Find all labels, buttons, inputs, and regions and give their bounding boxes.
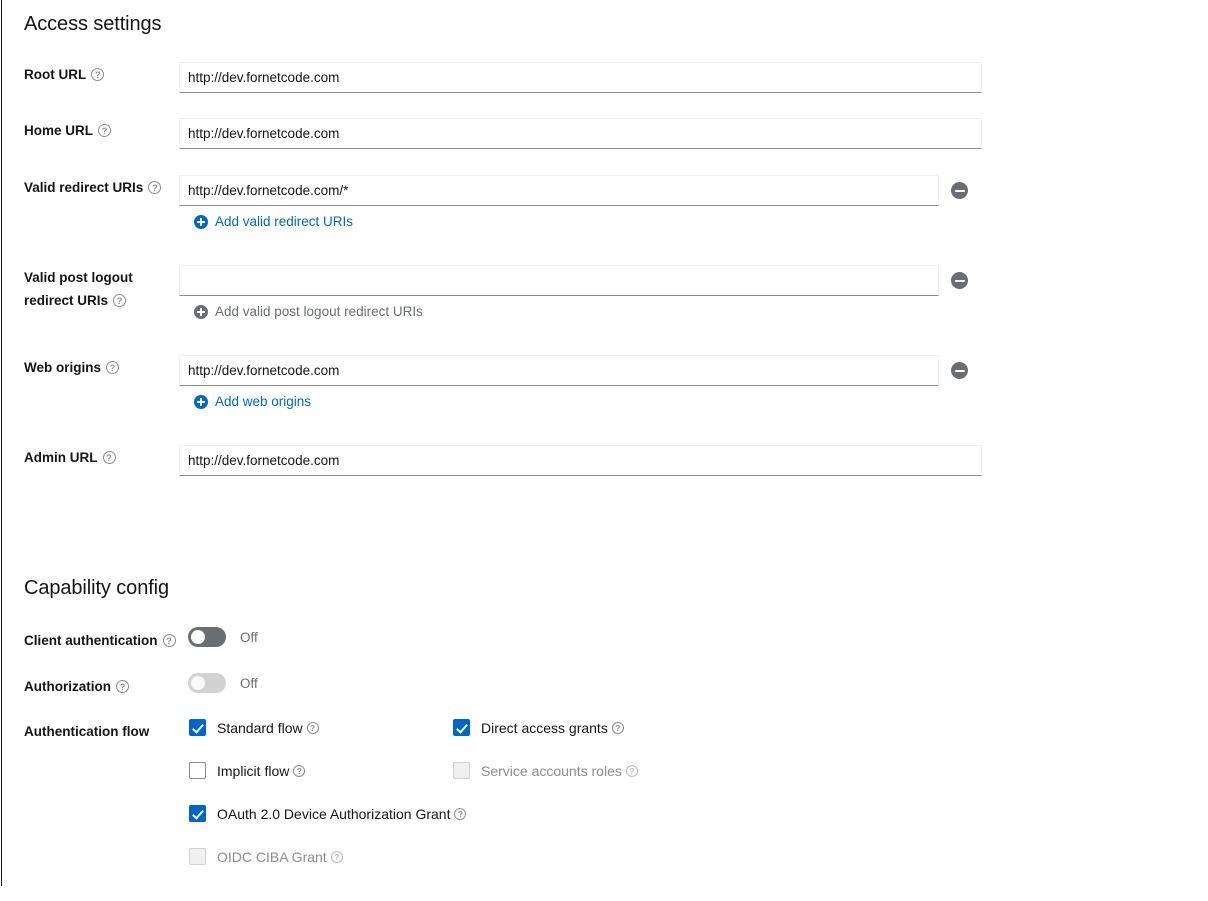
service-accounts-roles-checkbox <box>453 762 470 779</box>
label-client-authentication: Client authentication <box>24 629 199 652</box>
label-home-url-text: Home URL <box>24 123 93 138</box>
help-icon[interactable] <box>163 634 176 647</box>
oidc-ciba-grant-label: OIDC CIBA Grant <box>217 849 327 865</box>
label-web-origins: Web origins <box>24 356 174 379</box>
label-root-url: Root URL <box>24 63 174 86</box>
help-icon[interactable] <box>116 680 129 693</box>
standard-flow-label: Standard flow <box>217 720 303 736</box>
checkbox-row-standard-flow: Standard flow <box>189 719 319 736</box>
help-icon[interactable] <box>98 124 111 137</box>
authorization-toggle-group: Off <box>188 673 258 693</box>
help-icon[interactable] <box>113 294 126 307</box>
oauth-device-authorization-grant-label: OAuth 2.0 Device Authorization Grant <box>217 806 450 822</box>
label-admin-url-text: Admin URL <box>24 450 98 465</box>
label-valid-post-logout-line1: Valid post logout <box>24 270 133 285</box>
label-authorization-text: Authorization <box>24 679 111 694</box>
web-origins-input[interactable] <box>179 355 939 386</box>
checkbox-row-oauth-device-authorization-grant: OAuth 2.0 Device Authorization Grant <box>189 805 466 822</box>
service-accounts-roles-label: Service accounts roles <box>481 763 622 779</box>
label-valid-post-logout-line2: redirect URIs <box>24 293 108 308</box>
direct-access-grants-checkbox[interactable] <box>453 719 470 736</box>
standard-flow-checkbox[interactable] <box>189 719 206 736</box>
add-web-origins-link[interactable]: Add web origins <box>194 394 311 409</box>
root-url-input[interactable] <box>179 62 982 93</box>
admin-url-input[interactable] <box>179 445 982 476</box>
standard-flow-label-group: Standard flow <box>217 720 319 736</box>
oidc-ciba-grant-checkbox <box>189 848 206 865</box>
label-valid-redirect-uris-text: Valid redirect URIs <box>24 180 143 195</box>
home-url-input[interactable] <box>179 118 982 149</box>
add-valid-redirect-uris-link[interactable]: Add valid redirect URIs <box>194 214 353 229</box>
add-valid-redirect-uris-label: Add valid redirect URIs <box>215 214 353 229</box>
label-home-url: Home URL <box>24 119 174 142</box>
help-icon[interactable] <box>106 361 119 374</box>
checkbox-row-direct-access-grants: Direct access grants <box>453 719 624 736</box>
help-icon[interactable] <box>612 722 624 734</box>
plus-circle-icon <box>194 305 208 319</box>
checkbox-row-implicit-flow: Implicit flow <box>189 762 305 779</box>
client-settings-page: Access settings Root URL Home URL Valid … <box>0 0 1208 901</box>
authorization-state: Off <box>240 676 258 691</box>
implicit-flow-label: Implicit flow <box>217 763 289 779</box>
add-valid-post-logout-redirect-uris-link: Add valid post logout redirect URIs <box>194 304 423 319</box>
plus-circle-icon <box>194 215 208 229</box>
service-accounts-roles-label-group: Service accounts roles <box>481 763 638 779</box>
label-valid-redirect-uris: Valid redirect URIs <box>24 176 174 199</box>
remove-valid-redirect-uri-button[interactable] <box>951 182 968 199</box>
label-authentication-flow: Authentication flow <box>24 720 194 743</box>
label-admin-url: Admin URL <box>24 446 174 469</box>
label-root-url-text: Root URL <box>24 67 86 82</box>
add-web-origins-label: Add web origins <box>215 394 311 409</box>
authorization-toggle <box>188 673 226 693</box>
label-authentication-flow-text: Authentication flow <box>24 724 149 739</box>
capability-config-heading: Capability config <box>24 577 169 600</box>
remove-web-origin-button[interactable] <box>951 362 968 379</box>
help-icon[interactable] <box>91 68 104 81</box>
implicit-flow-label-group: Implicit flow <box>217 763 305 779</box>
client-authentication-toggle-group: Off <box>188 627 258 647</box>
help-icon[interactable] <box>148 181 161 194</box>
oauth-device-authorization-grant-checkbox[interactable] <box>189 805 206 822</box>
left-rail-divider <box>1 0 2 886</box>
direct-access-grants-label-group: Direct access grants <box>481 720 624 736</box>
help-icon[interactable] <box>454 808 466 820</box>
help-icon[interactable] <box>293 765 305 777</box>
direct-access-grants-label: Direct access grants <box>481 720 608 736</box>
oauth-device-authorization-grant-label-group: OAuth 2.0 Device Authorization Grant <box>217 806 466 822</box>
client-authentication-state: Off <box>240 630 258 645</box>
plus-circle-icon <box>194 395 208 409</box>
label-authorization: Authorization <box>24 675 199 698</box>
valid-redirect-uris-input[interactable] <box>179 175 939 206</box>
implicit-flow-checkbox[interactable] <box>189 762 206 779</box>
help-icon[interactable] <box>103 451 116 464</box>
remove-valid-post-logout-redirect-uri-button[interactable] <box>951 272 968 289</box>
help-icon[interactable] <box>626 765 638 777</box>
oidc-ciba-grant-label-group: OIDC CIBA Grant <box>217 849 343 865</box>
help-icon[interactable] <box>331 851 343 863</box>
access-settings-heading: Access settings <box>24 13 161 36</box>
checkbox-row-oidc-ciba-grant: OIDC CIBA Grant <box>189 848 343 865</box>
label-valid-post-logout-redirect-uris: Valid post logout redirect URIs <box>24 266 174 312</box>
checkbox-row-service-accounts-roles: Service accounts roles <box>453 762 638 779</box>
client-authentication-toggle[interactable] <box>188 627 226 647</box>
add-valid-post-logout-redirect-uris-label: Add valid post logout redirect URIs <box>215 304 423 319</box>
label-web-origins-text: Web origins <box>24 360 101 375</box>
help-icon[interactable] <box>307 722 319 734</box>
valid-post-logout-redirect-uris-input[interactable] <box>179 265 939 296</box>
label-client-authentication-text: Client authentication <box>24 633 158 648</box>
